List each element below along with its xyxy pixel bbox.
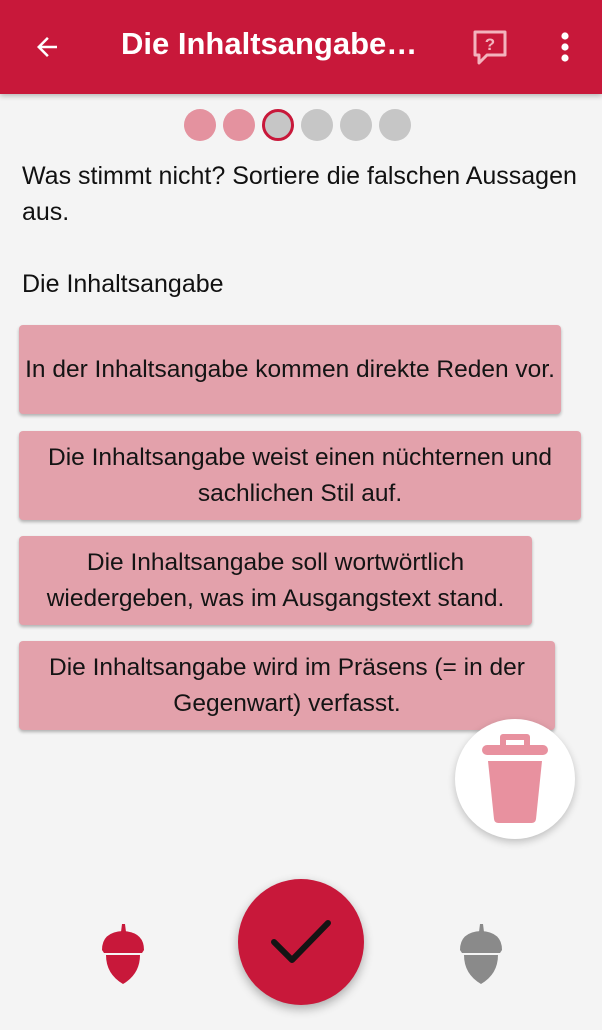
progress-dot — [223, 109, 255, 141]
more-options-button[interactable] — [550, 28, 580, 68]
arrow-left-icon — [37, 37, 57, 57]
trash-can-icon — [482, 734, 548, 823]
help-message-icon: ? — [473, 30, 507, 65]
page-title: Die Inhaltsangabe… — [121, 26, 418, 61]
svg-text:?: ? — [485, 35, 495, 54]
progress-dot — [184, 109, 216, 141]
progress-dot — [379, 109, 411, 141]
question-text: Was stimmt nicht? Sortiere die falschen … — [22, 162, 577, 226]
statement-card[interactable]: Die Inhaltsangabe soll wortwörtlich wied… — [19, 536, 532, 625]
check-answer-button[interactable] — [238, 879, 364, 1005]
acorn-icon-right — [456, 922, 506, 986]
acorn-icon — [102, 924, 144, 984]
more-vertical-icon — [561, 32, 569, 62]
checkmark-icon — [271, 920, 331, 963]
statement-card[interactable]: Die Inhaltsangabe wird im Präsens (= in … — [19, 641, 555, 730]
help-button[interactable]: ? — [470, 28, 510, 68]
topic-label: Die Inhaltsangabe — [22, 270, 224, 298]
progress-indicator — [184, 109, 411, 141]
trash-drop-zone[interactable] — [455, 719, 575, 839]
acorn-icon-left — [98, 922, 148, 986]
statement-card[interactable]: Die Inhaltsangabe weist einen nüchternen… — [19, 431, 581, 520]
progress-dot-current — [262, 109, 294, 141]
statement-card[interactable]: In der Inhaltsangabe kommen direkte Rede… — [19, 325, 561, 414]
acorn-icon — [460, 924, 502, 984]
progress-dot — [301, 109, 333, 141]
back-button[interactable] — [30, 30, 64, 64]
app-bar: Die Inhaltsangabe… ? — [0, 0, 602, 94]
progress-dot — [340, 109, 372, 141]
